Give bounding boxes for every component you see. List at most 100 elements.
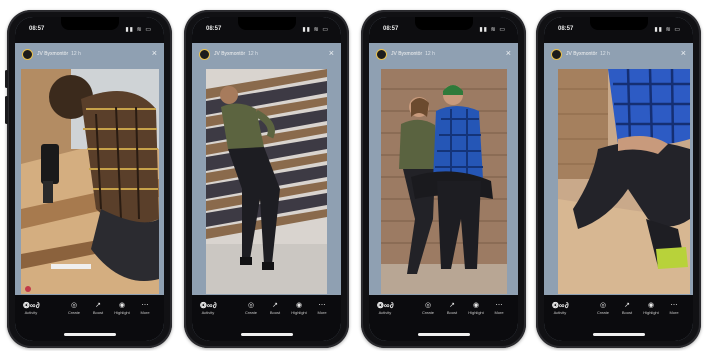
signal-icons: ▮▮ ≋ ▭ bbox=[479, 27, 506, 33]
more-icon: ⋯ bbox=[495, 302, 503, 309]
status-bar: 08:57 ▮▮ ≋ ▭ bbox=[544, 17, 693, 43]
notch bbox=[589, 17, 648, 30]
activity-button[interactable]: ❂ ∞ ∂ Activity bbox=[377, 301, 394, 315]
boost-button[interactable]: ↗ Boost bbox=[441, 301, 463, 316]
story-screen: 08:57 ▮▮ ≋ ▭ JV Byxmontör 12 h × ❂ ∞ ∂ A… bbox=[544, 17, 693, 341]
close-icon[interactable]: × bbox=[329, 48, 334, 58]
highlight-button[interactable]: ◉ Highlight bbox=[640, 301, 662, 316]
close-icon[interactable]: × bbox=[681, 48, 686, 58]
status-bar: 08:57 ▮▮ ≋ ▭ bbox=[192, 17, 341, 43]
more-icon: ⋯ bbox=[670, 302, 678, 309]
photo-man-pallets bbox=[206, 69, 327, 294]
more-button[interactable]: ⋯ More bbox=[488, 301, 510, 316]
create-button[interactable]: ◎ Create bbox=[592, 301, 614, 316]
more-label: More bbox=[494, 310, 504, 315]
avatar[interactable] bbox=[199, 49, 210, 60]
phone-mockup-3: 08:57 ▮▮ ≋ ▭ JV Byxmontör 12 h × ❂ ∞ ∂ A… bbox=[361, 10, 526, 348]
more-button[interactable]: ⋯ More bbox=[134, 301, 156, 316]
account-label: JV Byxmontör bbox=[391, 51, 423, 57]
close-icon[interactable]: × bbox=[152, 48, 157, 58]
account-label: JV Byxmontör bbox=[214, 51, 246, 57]
highlight-icon: ◉ bbox=[118, 302, 126, 309]
boost-icon: ↗ bbox=[449, 302, 455, 309]
story-screen: 08:57 ▮▮ ≋ ▭ JV Byxmontör 12 h × ❂ ∞ ∂ A… bbox=[369, 17, 518, 341]
status-time: 08:57 bbox=[383, 26, 399, 32]
home-indicator[interactable] bbox=[240, 333, 293, 336]
story-header: JV Byxmontör 12 h × bbox=[15, 43, 164, 65]
boost-button[interactable]: ↗ Boost bbox=[616, 301, 638, 316]
activity-label: Activity bbox=[24, 310, 38, 315]
account-name[interactable]: JV Byxmontör 12 h bbox=[214, 51, 258, 57]
highlight-label: Highlight bbox=[291, 310, 307, 315]
account-label: JV Byxmontör bbox=[37, 51, 69, 57]
create-button[interactable]: ◎ Create bbox=[417, 301, 439, 316]
highlight-icon: ◉ bbox=[647, 302, 655, 309]
boost-button[interactable]: ↗ Boost bbox=[264, 301, 286, 316]
home-indicator[interactable] bbox=[417, 333, 470, 336]
volume-button bbox=[5, 96, 8, 124]
account-label: JV Byxmontör bbox=[566, 51, 598, 57]
highlight-icon: ◉ bbox=[295, 302, 303, 309]
highlight-label: Highlight bbox=[114, 310, 130, 315]
product-tag-dot[interactable] bbox=[25, 286, 31, 292]
account-name[interactable]: JV Byxmontör 12 h bbox=[566, 51, 610, 57]
more-button[interactable]: ⋯ More bbox=[311, 301, 333, 316]
story-bottom-bar: ❂ ∞ ∂ Activity ◎ Create ↗ Boost ◉ Highlight … bbox=[192, 295, 341, 341]
more-label: More bbox=[317, 310, 327, 315]
create-icon: ◎ bbox=[70, 302, 78, 309]
highlight-button[interactable]: ◉ Highlight bbox=[465, 301, 487, 316]
volume-button bbox=[5, 70, 8, 88]
activity-button[interactable]: ❂ ∞ ∂ Activity bbox=[552, 301, 569, 315]
status-time: 08:57 bbox=[206, 26, 222, 32]
create-button[interactable]: ◎ Create bbox=[240, 301, 262, 316]
notch bbox=[414, 17, 473, 30]
activity-label: Activity bbox=[201, 310, 215, 315]
highlight-label: Highlight bbox=[643, 310, 659, 315]
photo-kneeling-closeup bbox=[558, 69, 690, 294]
story-photo bbox=[206, 69, 327, 294]
create-label: Create bbox=[244, 310, 257, 315]
create-button[interactable]: ◎ Create bbox=[63, 301, 85, 316]
avatar[interactable] bbox=[551, 49, 562, 60]
status-time: 08:57 bbox=[29, 26, 45, 32]
home-indicator[interactable] bbox=[63, 333, 116, 336]
story-header: JV Byxmontör 12 h × bbox=[544, 43, 693, 65]
activity-button[interactable]: ❂ ∞ ∂ Activity bbox=[200, 301, 217, 315]
signal-icons: ▮▮ ≋ ▭ bbox=[125, 27, 152, 33]
story-header: JV Byxmontör 12 h × bbox=[369, 43, 518, 65]
highlight-button[interactable]: ◉ Highlight bbox=[288, 301, 310, 316]
story-photo bbox=[21, 69, 159, 294]
close-icon[interactable]: × bbox=[506, 48, 511, 58]
more-icon: ⋯ bbox=[318, 302, 326, 309]
story-photo bbox=[381, 69, 507, 294]
boost-icon: ↗ bbox=[624, 302, 630, 309]
account-name[interactable]: JV Byxmontör 12 h bbox=[391, 51, 435, 57]
boost-button[interactable]: ↗ Boost bbox=[87, 301, 109, 316]
highlight-icon: ◉ bbox=[472, 302, 480, 309]
avatar[interactable] bbox=[376, 49, 387, 60]
avatar[interactable] bbox=[22, 49, 33, 60]
story-screen: 08:57 ▮▮ ≋ ▭ JV Byxmontör 12 h × ❂ ∞ ∂ A… bbox=[15, 17, 164, 341]
story-bottom-bar: ❂ ∞ ∂ Activity ◎ Create ↗ Boost ◉ Highlight … bbox=[544, 295, 693, 341]
story-bottom-bar: ❂ ∞ ∂ Activity ◎ Create ↗ Boost ◉ Highlight … bbox=[369, 295, 518, 341]
phone-mockup-2: 08:57 ▮▮ ≋ ▭ JV Byxmontör 12 h × ❂ ∞ ∂ A… bbox=[184, 10, 349, 348]
more-button[interactable]: ⋯ More bbox=[663, 301, 685, 316]
brand-icons: ❂ ∞ ∂ bbox=[23, 301, 40, 310]
story-header: JV Byxmontör 12 h × bbox=[192, 43, 341, 65]
story-timestamp: 12 h bbox=[600, 51, 610, 57]
home-indicator[interactable] bbox=[592, 333, 645, 336]
create-icon: ◎ bbox=[247, 302, 255, 309]
phone-mockup-4: 08:57 ▮▮ ≋ ▭ JV Byxmontör 12 h × ❂ ∞ ∂ A… bbox=[536, 10, 701, 348]
account-name[interactable]: JV Byxmontör 12 h bbox=[37, 51, 81, 57]
signal-icons: ▮▮ ≋ ▭ bbox=[302, 27, 329, 33]
story-screen: 08:57 ▮▮ ≋ ▭ JV Byxmontör 12 h × ❂ ∞ ∂ A… bbox=[192, 17, 341, 341]
status-bar: 08:57 ▮▮ ≋ ▭ bbox=[15, 17, 164, 43]
highlight-button[interactable]: ◉ Highlight bbox=[111, 301, 133, 316]
more-icon: ⋯ bbox=[141, 302, 149, 309]
boost-label: Boost bbox=[446, 310, 458, 315]
story-timestamp: 12 h bbox=[248, 51, 258, 57]
highlight-label: Highlight bbox=[468, 310, 484, 315]
activity-button[interactable]: ❂ ∞ ∂ Activity bbox=[23, 301, 40, 315]
boost-icon: ↗ bbox=[272, 302, 278, 309]
notch bbox=[237, 17, 296, 30]
